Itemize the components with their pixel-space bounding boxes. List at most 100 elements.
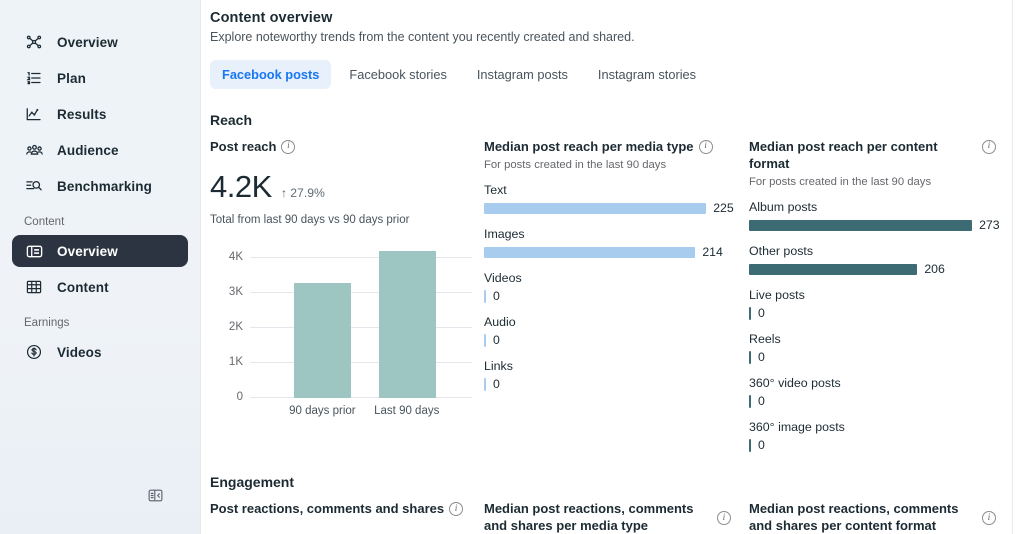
bar-list-item: Other posts 206 xyxy=(749,244,1021,276)
sidebar-section-content: Content xyxy=(0,216,200,228)
bar-list-item: Reels 0 xyxy=(749,332,1021,364)
sidebar-item-label: Overview xyxy=(57,35,118,50)
table-grid-icon xyxy=(24,277,44,297)
bar-list-bar-row: 214 xyxy=(484,245,749,259)
bar-list-value: 225 xyxy=(713,201,734,215)
page-title: Content overview xyxy=(210,10,1012,26)
bar-list-item: Images 214 xyxy=(484,227,749,259)
section-engagement: Engagement Post reactions, comments and … xyxy=(210,474,1012,534)
bar-list-bar-row: 0 xyxy=(749,306,1021,320)
section-title-engagement: Engagement xyxy=(210,474,1012,490)
chart-gridline: 4K xyxy=(250,257,472,258)
sidebar-item-overview[interactable]: Overview xyxy=(12,26,188,58)
chart-y-tick: 0 xyxy=(237,391,243,403)
card-median-reach-content-format: Median post reach per content format i F… xyxy=(749,138,1021,452)
bar-list-value: 0 xyxy=(758,350,765,364)
sidebar-item-audience[interactable]: Audience xyxy=(12,134,188,166)
sidebar-section-earnings: Earnings xyxy=(0,317,200,329)
info-icon[interactable]: i xyxy=(717,511,731,525)
bar-list-bar[interactable] xyxy=(749,307,751,320)
bar-list-bar[interactable] xyxy=(484,290,486,303)
tab-instagram-posts[interactable]: Instagram posts xyxy=(465,60,580,89)
bar-list-item: Links0 xyxy=(484,359,749,391)
bar-list-bar[interactable] xyxy=(484,378,486,391)
bar-list-bar[interactable] xyxy=(749,351,751,364)
chart-bar[interactable] xyxy=(294,283,351,399)
chart-x-label: 90 days prior xyxy=(289,405,355,417)
bar-list-label: 360° image posts xyxy=(749,420,1021,434)
info-icon[interactable]: i xyxy=(982,511,996,525)
line-chart-icon xyxy=(24,104,44,124)
content-card-icon xyxy=(24,241,44,261)
bar-list-bar[interactable] xyxy=(749,395,751,408)
card-subtitle: For posts created in the last 90 days xyxy=(484,159,749,171)
card-header: Median post reactions, comments and shar… xyxy=(484,500,749,534)
tab-facebook-posts[interactable]: Facebook posts xyxy=(210,60,331,89)
bar-list-item: Album posts273 xyxy=(749,200,1021,232)
card-header: Post reactions, comments and shares i xyxy=(210,500,484,517)
chart-x-label: Last 90 days xyxy=(374,405,439,417)
app-root: Overview Plan Results xyxy=(0,0,1024,534)
chart-y-tick: 2K xyxy=(229,321,243,333)
chart-plot-area: 01K2K3K4K90 days priorLast 90 days xyxy=(250,244,472,398)
bar-list-label: Images xyxy=(484,227,749,241)
sidebar-item-label: Content xyxy=(57,280,109,295)
bar-list-value: 0 xyxy=(758,306,765,320)
sidebar: Overview Plan Results xyxy=(0,0,200,534)
card-engagement-media-type: Median post reactions, comments and shar… xyxy=(484,500,749,534)
bar-list-item: Live posts 0 xyxy=(749,288,1021,320)
bar-list-bar[interactable] xyxy=(484,203,706,214)
bar-list-item: 360° video posts 0 xyxy=(749,376,1021,408)
tab-facebook-stories[interactable]: Facebook stories xyxy=(337,60,458,89)
content-format-bar-list: Album posts273Other posts206Live posts0R… xyxy=(749,200,1021,452)
delta-arrow-icon: ↑ xyxy=(281,186,287,200)
bar-list-bar-row: 0 xyxy=(484,333,749,347)
sidebar-item-content[interactable]: Content xyxy=(12,271,188,303)
bar-list-bar[interactable] xyxy=(749,439,751,452)
people-group-icon xyxy=(24,140,44,160)
sidebar-item-label: Results xyxy=(57,107,106,122)
sidebar-item-videos[interactable]: Videos xyxy=(12,336,188,368)
bar-list-bar[interactable] xyxy=(749,220,972,231)
bar-list-value: 0 xyxy=(758,438,765,452)
metric-row: 4.2K ↑ 27.9% xyxy=(210,169,484,205)
info-icon[interactable]: i xyxy=(281,140,295,154)
card-post-reach: Post reach i 4.2K ↑ 27.9% Total from las… xyxy=(210,138,484,452)
bar-list-value: 206 xyxy=(924,262,945,276)
chart-y-tick: 1K xyxy=(229,356,243,368)
panel-collapse-icon[interactable] xyxy=(143,483,167,507)
sidebar-item-label: Plan xyxy=(57,71,86,86)
sidebar-item-content-overview[interactable]: Overview xyxy=(12,235,188,267)
bar-list-label: Other posts xyxy=(749,244,1021,258)
delta-value: 27.9% xyxy=(290,186,325,200)
bar-list-bar-row: 273 xyxy=(749,218,1021,232)
bar-list-bar[interactable] xyxy=(484,334,486,347)
reach-columns: Post reach i 4.2K ↑ 27.9% Total from las… xyxy=(210,138,1012,452)
bar-list-value: 214 xyxy=(702,245,723,259)
info-icon[interactable]: i xyxy=(982,140,996,154)
sidebar-item-results[interactable]: Results xyxy=(12,98,188,130)
sidebar-item-plan[interactable]: Plan xyxy=(12,62,188,94)
bar-list-value: 0 xyxy=(758,394,765,408)
bar-list-bar[interactable] xyxy=(749,264,917,275)
card-header: Median post reach per media type i xyxy=(484,138,749,155)
sidebar-item-label: Overview xyxy=(57,244,118,259)
info-icon[interactable]: i xyxy=(449,502,463,516)
bar-list-label: Videos xyxy=(484,271,749,285)
magnifier-bars-icon xyxy=(24,176,44,196)
card-title: Median post reactions, comments and shar… xyxy=(484,500,712,534)
tab-instagram-stories[interactable]: Instagram stories xyxy=(586,60,708,89)
card-title: Median post reactions, comments and shar… xyxy=(749,500,977,534)
bar-list-bar[interactable] xyxy=(484,247,695,258)
info-icon[interactable]: i xyxy=(699,140,713,154)
card-header: Median post reactions, comments and shar… xyxy=(749,500,1021,534)
chart-bar[interactable] xyxy=(379,251,436,398)
bar-list-label: 360° video posts xyxy=(749,376,1021,390)
bar-list-value: 0 xyxy=(493,289,500,303)
post-reach-bar-chart: 01K2K3K4K90 days priorLast 90 days xyxy=(212,236,472,426)
bar-list-label: Links xyxy=(484,359,749,373)
dollar-circle-icon xyxy=(24,342,44,362)
bar-list-label: Reels xyxy=(749,332,1021,346)
sidebar-item-benchmarking[interactable]: Benchmarking xyxy=(12,170,188,202)
bar-list-label: Live posts xyxy=(749,288,1021,302)
